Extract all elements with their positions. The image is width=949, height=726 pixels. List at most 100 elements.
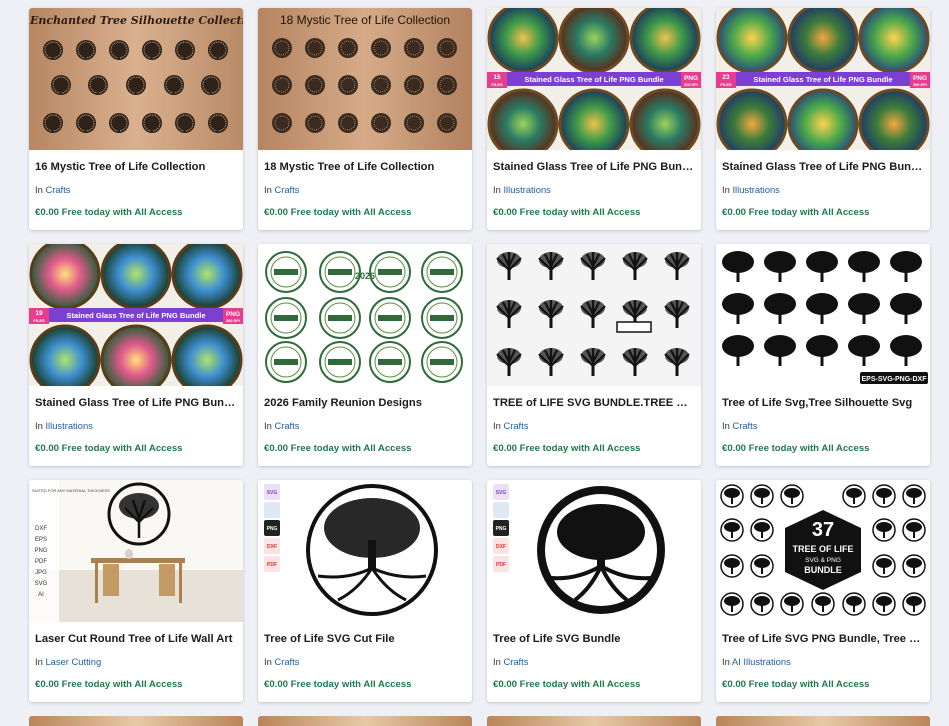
product-card[interactable]: 19 FILES PNG 300 DPI Stained Glass Tree … [29, 244, 243, 466]
format-label: PNG [684, 75, 698, 82]
format-note: SUITED FOR ANY MATERIAL THICKNESS [32, 488, 110, 493]
files-count: 23 [722, 74, 730, 81]
product-card[interactable]: 23 FILES PNG 300 DPI Stained Glass Tree … [716, 8, 930, 230]
product-thumbnail[interactable]: SUITED FOR ANY MATERIAL THICKNESS DXF EP… [29, 480, 243, 622]
product-title[interactable]: TREE of LIFE SVG BUNDLE.TREE SVG B... [493, 397, 695, 409]
files-word: FILES [720, 82, 732, 87]
badge-line2: SVG & PNG [805, 557, 841, 564]
product-category: In AI Illustrations [722, 656, 791, 667]
product-price: €0.00 Free today with All Access [35, 443, 183, 454]
product-price: €0.00 Free today with All Access [264, 679, 412, 690]
product-card-partial[interactable] [29, 716, 243, 726]
product-title[interactable]: Tree of Life SVG Cut File [264, 633, 466, 645]
product-category: In Crafts [493, 656, 528, 667]
banner-text: Stained Glass Tree of Life PNG Bundle [524, 75, 663, 84]
product-title[interactable]: Tree of Life SVG PNG Bundle, Tree Ve... [722, 633, 924, 645]
product-title[interactable]: 2026 Family Reunion Designs [264, 397, 466, 409]
in-label: In [493, 184, 501, 195]
product-category: In Laser Cutting [35, 656, 101, 667]
banner-text: Stained Glass Tree of Life PNG Bundle [753, 75, 892, 84]
category-link[interactable]: Crafts [503, 420, 528, 431]
format-jpg: JPG [35, 570, 47, 576]
files-count: 19 [35, 310, 43, 317]
product-category: In Crafts [264, 184, 299, 195]
product-card-partial[interactable] [258, 716, 472, 726]
in-label: In [35, 656, 43, 667]
product-thumbnail[interactable]: 2026 [258, 244, 472, 386]
category-link[interactable]: AI Illustrations [732, 656, 791, 667]
category-link[interactable]: Crafts [274, 656, 299, 667]
product-price: €0.00 Free today with All Access [264, 443, 412, 454]
in-label: In [722, 184, 730, 195]
product-price: €0.00 Free today with All Access [35, 679, 183, 690]
product-card[interactable]: 15 FILES PNG 300 DPI Stained Glass Tree … [487, 8, 701, 230]
in-label: In [722, 420, 730, 431]
product-card-partial[interactable] [716, 716, 930, 726]
banner-text: Stained Glass Tree of Life PNG Bundle [66, 311, 205, 320]
svg-text:SVG: SVG [496, 490, 507, 496]
thumbnail-caption: 2026 [355, 271, 375, 281]
category-link[interactable]: Crafts [45, 184, 70, 195]
category-link[interactable]: Crafts [274, 184, 299, 195]
product-card[interactable]: 16 Enchanted Tree Silhouette Collection … [29, 8, 243, 230]
files-word: FILES [33, 318, 45, 323]
product-title[interactable]: Tree of Life Svg,Tree Silhouette Svg [722, 397, 924, 409]
product-thumbnail[interactable]: EPS-SVG-PNG-DXF [716, 244, 930, 386]
product-card[interactable]: SVG PNG DXF PDF Tree of Life SVG Bundle … [487, 480, 701, 702]
product-thumbnail[interactable]: 16 Enchanted Tree Silhouette Collection [29, 8, 243, 150]
product-card[interactable]: 37 TREE OF LIFE SVG & PNG BUNDLE Tree of… [716, 480, 930, 702]
dpi-label: 300 DPI [684, 83, 698, 87]
product-title[interactable]: Stained Glass Tree of Life PNG Bundle [722, 161, 924, 173]
category-link[interactable]: Laser Cutting [45, 656, 101, 667]
category-link[interactable]: Illustrations [45, 420, 92, 431]
format-pdf: PDF [35, 559, 47, 565]
product-thumbnail[interactable] [487, 244, 701, 386]
product-card-partial[interactable] [487, 716, 701, 726]
category-link[interactable]: Crafts [274, 420, 299, 431]
product-thumbnail[interactable]: SVG PNG DXF PDF [258, 480, 472, 622]
format-dxf: DXF [35, 526, 47, 532]
category-link[interactable]: Crafts [503, 656, 528, 667]
product-card[interactable]: TREE of LIFE SVG BUNDLE.TREE SVG B... In… [487, 244, 701, 466]
product-card[interactable]: SVG PNG DXF PDF Tree of Life SVG Cut Fil… [258, 480, 472, 702]
category-link[interactable]: Crafts [732, 420, 757, 431]
product-price: €0.00 Free today with All Access [722, 679, 870, 690]
dpi-label: 300 DPI [913, 83, 927, 87]
product-title[interactable]: Tree of Life SVG Bundle [493, 633, 695, 645]
product-card[interactable]: 2026 2026 Family Reunion Designs In Craf… [258, 244, 472, 466]
product-title[interactable]: 16 Mystic Tree of Life Collection [35, 161, 237, 173]
product-thumbnail[interactable]: SVG PNG DXF PDF [487, 480, 701, 622]
format-icons: SVG PNG DXF PDF [264, 484, 280, 572]
svg-text:SVG: SVG [267, 490, 278, 496]
category-link[interactable]: Illustrations [503, 184, 550, 195]
product-title[interactable]: Stained Glass Tree of Life PNG Bundle [35, 397, 237, 409]
product-thumbnail[interactable]: 23 FILES PNG 300 DPI Stained Glass Tree … [716, 8, 930, 150]
product-title[interactable]: 18 Mystic Tree of Life Collection [264, 161, 466, 173]
product-title[interactable]: Laser Cut Round Tree of Life Wall Art [35, 633, 237, 645]
thumbnail-caption: 18 Mystic Tree of Life Collection [280, 13, 450, 27]
svg-text:PDF: PDF [496, 562, 506, 568]
product-thumbnail[interactable]: 37 TREE OF LIFE SVG & PNG BUNDLE [716, 480, 930, 622]
product-card[interactable]: 18 Mystic Tree of Life Collection 18 Mys… [258, 8, 472, 230]
format-label: PNG [913, 75, 927, 82]
product-price: €0.00 Free today with All Access [722, 207, 870, 218]
files-count: 15 [493, 74, 501, 81]
format-eps: EPS [35, 537, 47, 543]
product-thumbnail[interactable]: 18 Mystic Tree of Life Collection [258, 8, 472, 150]
in-label: In [722, 656, 730, 667]
product-price: €0.00 Free today with All Access [35, 207, 183, 218]
category-link[interactable]: Illustrations [732, 184, 779, 195]
svg-text:PNG: PNG [267, 526, 278, 532]
product-card[interactable]: SUITED FOR ANY MATERIAL THICKNESS DXF EP… [29, 480, 243, 702]
format-svg: SVG [35, 581, 48, 587]
product-grid: 16 Enchanted Tree Silhouette Collection … [29, 8, 930, 702]
product-price: €0.00 Free today with All Access [264, 207, 412, 218]
in-label: In [264, 656, 272, 667]
product-thumbnail[interactable]: 19 FILES PNG 300 DPI Stained Glass Tree … [29, 244, 243, 386]
badge-line3: BUNDLE [804, 565, 842, 575]
product-thumbnail[interactable]: 15 FILES PNG 300 DPI Stained Glass Tree … [487, 8, 701, 150]
product-category: In Crafts [264, 420, 299, 431]
product-title[interactable]: Stained Glass Tree of Life PNG Bundle [493, 161, 695, 173]
in-label: In [35, 184, 43, 195]
product-card[interactable]: EPS-SVG-PNG-DXF Tree of Life Svg,Tree Si… [716, 244, 930, 466]
